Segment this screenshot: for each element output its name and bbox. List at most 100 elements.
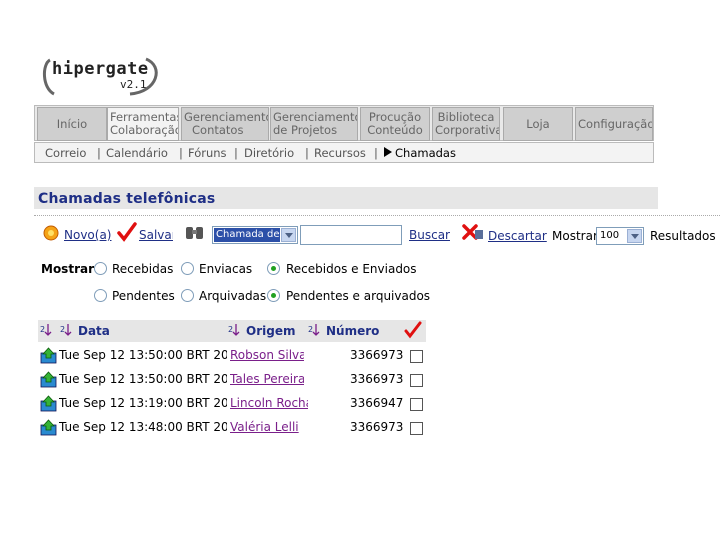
radio-label: Enviacas (199, 262, 253, 276)
save-check-icon[interactable] (117, 222, 137, 245)
tab-loja[interactable]: Loja (503, 107, 573, 141)
cell-origin-link[interactable]: Valéria Lelli (230, 416, 304, 438)
call-type-icon (40, 347, 57, 367)
tab-biblioteca-corporativa[interactable]: Biblioteca Corporativa (432, 107, 500, 141)
subnav-separator: | (374, 146, 378, 160)
radio-label: Arquivadas (199, 289, 267, 303)
cell-date: Tue Sep 12 13:19:00 BRT 2006 (59, 396, 227, 410)
discard-button[interactable]: Descartar (488, 229, 547, 243)
results-count-value: 100 (600, 230, 620, 241)
logo-name: hipergate (52, 59, 149, 79)
subnav-item-diretorio[interactable]: Diretório (244, 146, 294, 160)
new-star-icon[interactable] (42, 224, 60, 245)
table-row[interactable]: Tue Sep 12 13:19:00 BRT 2006 Lincoln Roc… (38, 392, 426, 414)
row-checkbox[interactable] (410, 374, 423, 387)
cell-date: Tue Sep 12 13:48:00 BRT 2006 (59, 420, 227, 434)
tab-inicio[interactable]: Início (37, 107, 107, 141)
divider (34, 215, 720, 216)
table-row[interactable]: Tue Sep 12 13:50:00 BRT 2006 Robson Silv… (38, 344, 426, 366)
call-type-icon (40, 395, 57, 415)
column-header-number[interactable]: Número (326, 320, 379, 342)
search-input[interactable] (300, 225, 402, 245)
subnav-separator: | (234, 146, 238, 160)
column-header-origin[interactable]: Origem (246, 320, 295, 342)
new-button[interactable]: Novo(a) (64, 228, 111, 242)
select-all-check-icon[interactable] (404, 321, 422, 342)
table-row[interactable]: Tue Sep 12 13:50:00 BRT 2006 Tales Perei… (38, 368, 426, 390)
sort-icon[interactable]: 2 (40, 323, 56, 337)
tab-label-line2: de Projetos (273, 123, 338, 137)
tab-label-line1: Ferramentas (110, 110, 179, 124)
svg-text:2: 2 (40, 325, 45, 334)
results-count-select[interactable]: 100 (596, 227, 644, 245)
radio-recebidos-e-enviados[interactable] (267, 262, 280, 275)
radio-pendentes-e-arquivados[interactable] (267, 289, 280, 302)
tab-label-line2: Corporativa (435, 123, 500, 137)
cell-date: Tue Sep 12 13:50:00 BRT 2006 (59, 348, 227, 362)
tab-label-line1: Biblioteca (437, 110, 495, 124)
row-checkbox[interactable] (410, 350, 423, 363)
show-count-label: Mostrar (552, 229, 598, 243)
page-title: Chamadas telefônicas (38, 191, 216, 207)
subnav-item-foruns[interactable]: Fóruns (188, 146, 227, 160)
radio-label: Recebidos e Enviados (286, 262, 417, 276)
sort-icon[interactable]: 2 (228, 323, 244, 337)
tab-producao-conteudo[interactable]: Procução Conteúdo (360, 107, 430, 141)
radio-enviadas[interactable] (181, 262, 194, 275)
search-type-value: Chamada de (214, 228, 280, 242)
svg-text:2: 2 (228, 325, 233, 334)
svg-text:2: 2 (308, 325, 313, 334)
results-label: Resultados (650, 229, 716, 243)
save-button[interactable]: Salvar (139, 228, 173, 242)
discard-icon[interactable] (461, 222, 485, 245)
row-checkbox[interactable] (410, 398, 423, 411)
cell-number: 33669472 (350, 396, 404, 410)
filter-show-label: Mostrar (41, 262, 94, 276)
subnav-separator: | (305, 146, 309, 160)
search-button[interactable]: Buscar (409, 228, 450, 242)
logo-version: v2.1 (120, 78, 147, 91)
radio-label: Pendentes e arquivados (286, 289, 431, 303)
sort-icon[interactable]: 2 (60, 323, 76, 337)
subnav-item-recursos[interactable]: Recursos (314, 146, 366, 160)
hipergate-logo: hipergate v2.1 (40, 56, 164, 96)
cell-origin-link[interactable]: Robson Silva (230, 344, 304, 366)
tab-label-line1: Procução (368, 110, 422, 124)
main-tabs: Início Ferramentas Colaboração Gerenciam… (34, 105, 654, 141)
tab-gerenciamento-projetos[interactable]: Gerenciamento de Projetos (270, 107, 358, 141)
sort-icon[interactable]: 2 (308, 323, 324, 337)
tab-label-line2: Conteúdo (367, 123, 423, 137)
row-checkbox[interactable] (410, 422, 423, 435)
play-arrow-icon (384, 146, 392, 160)
radio-pendentes[interactable] (94, 289, 107, 302)
tab-label: Início (56, 117, 88, 131)
cell-origin-link[interactable]: Tales Pereira (230, 368, 304, 390)
chevron-down-icon[interactable] (281, 228, 296, 242)
cell-number: 33669737 (350, 372, 404, 386)
tab-ferramentas-colaboracao[interactable]: Ferramentas Colaboração (107, 107, 179, 141)
search-type-select[interactable]: Chamada de (212, 226, 298, 244)
call-type-icon (40, 419, 57, 439)
tab-label-line2: Colaboração (110, 123, 179, 137)
subnav-separator: | (97, 146, 101, 160)
radio-label: Pendentes (112, 289, 175, 303)
tab-configuracao[interactable]: Configuração (575, 107, 653, 141)
call-type-icon (40, 371, 57, 391)
subnav-item-chamadas[interactable]: Chamadas (395, 146, 456, 160)
cell-origin-link[interactable]: Lincoln Rocha (230, 392, 308, 414)
chevron-down-icon[interactable] (627, 229, 642, 243)
radio-recebidas[interactable] (94, 262, 107, 275)
radio-arquivadas[interactable] (181, 289, 194, 302)
cell-number: 33669737 (350, 348, 404, 362)
cell-number: 33669737 (350, 420, 404, 434)
subnav-item-calendario[interactable]: Calendário (106, 146, 168, 160)
svg-text:2: 2 (60, 325, 65, 334)
subnav-item-correio[interactable]: Correio (45, 146, 86, 160)
column-header-date[interactable]: Data (78, 320, 110, 342)
subnav-separator: | (179, 146, 183, 160)
tab-gerenciamento-contatos[interactable]: Gerenciamento Contatos (181, 107, 269, 141)
tab-label-line1: Gerenciamento (273, 110, 358, 124)
table-header: 2 2 Data 2 Origem 2 Número (38, 320, 426, 342)
radio-label: Recebidas (112, 262, 174, 276)
table-row[interactable]: Tue Sep 12 13:48:00 BRT 2006 Valéria Lel… (38, 416, 426, 438)
